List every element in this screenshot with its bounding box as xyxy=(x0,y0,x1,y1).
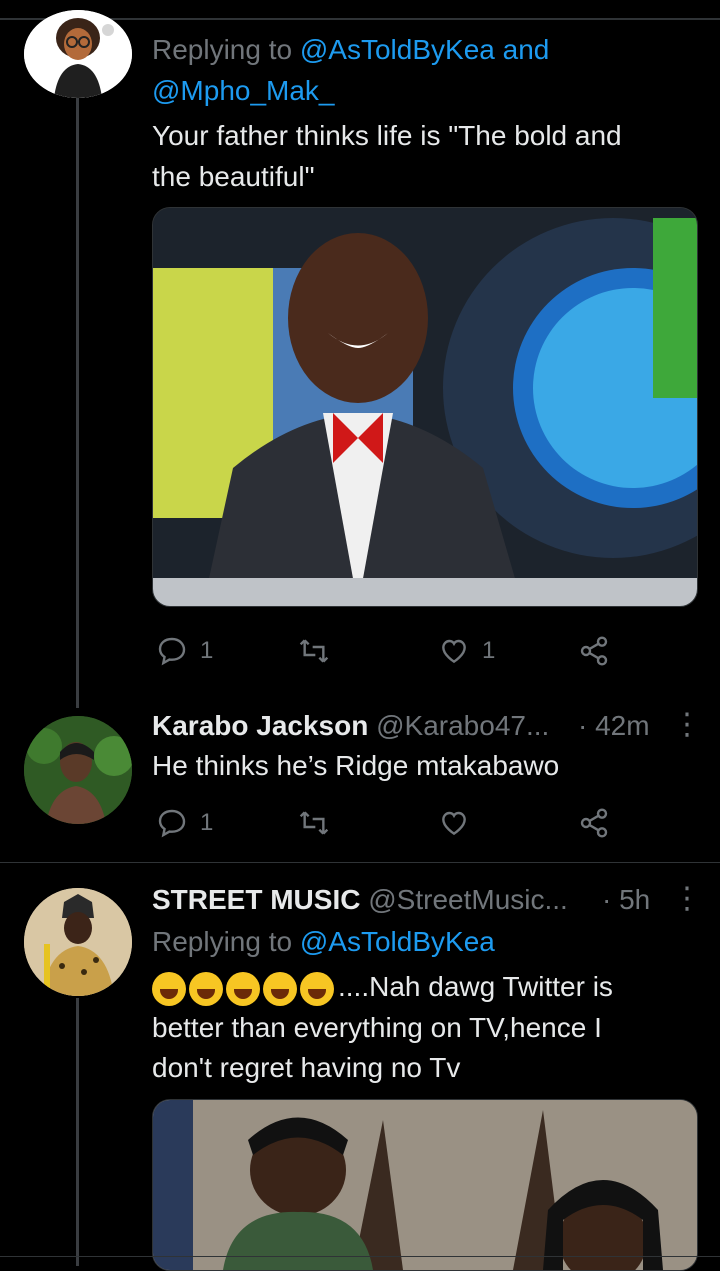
rofl-emoji-icon xyxy=(300,971,334,1006)
retweet-button[interactable] xyxy=(298,803,330,843)
retweet-icon xyxy=(299,639,329,663)
joy-emoji-icon xyxy=(226,971,260,1006)
thread-line xyxy=(76,98,79,708)
bottom-divider xyxy=(0,1256,720,1257)
tweet-header: STREET MUSIC @StreetMusic... xyxy=(152,880,568,920)
retweet-icon xyxy=(299,811,329,835)
tweet-text: better than everything on TV,hence I xyxy=(152,1012,602,1043)
avatar[interactable] xyxy=(24,716,132,824)
tweet-text: the beautiful" xyxy=(152,161,315,192)
share-button[interactable] xyxy=(578,803,610,843)
tweet-text: He thinks he’s Ridge mtakabawo xyxy=(152,750,560,781)
user-handle[interactable]: @StreetMusic... xyxy=(368,884,568,915)
reply-button[interactable]: 1 xyxy=(156,631,213,671)
mention-link[interactable]: @AsToldByKea and xyxy=(300,34,549,65)
reply-count: 1 xyxy=(200,637,214,664)
reply-count: 1 xyxy=(200,809,214,836)
like-button[interactable] xyxy=(438,803,470,843)
timestamp[interactable]: · 5h xyxy=(602,880,650,920)
more-options-icon[interactable]: ⋮ xyxy=(672,710,702,740)
share-icon xyxy=(580,636,608,666)
user-handle[interactable]: @Karabo47... xyxy=(376,710,549,741)
emoji-group xyxy=(152,971,334,1006)
display-name[interactable]: Karabo Jackson xyxy=(152,710,368,741)
share-icon xyxy=(580,808,608,838)
thread-line xyxy=(76,998,79,1266)
tweet-text: Your father thinks life is "The bold and xyxy=(152,120,622,151)
share-button[interactable] xyxy=(578,631,610,671)
avatar[interactable] xyxy=(24,10,132,98)
tweet-text: don't regret having no Tv xyxy=(152,1052,461,1083)
retweet-button[interactable] xyxy=(298,631,330,671)
joy-emoji-icon xyxy=(152,971,186,1006)
tweet-text-line: ....Nah dawg Twitter is xyxy=(338,971,613,1002)
like-button[interactable]: 1 xyxy=(438,631,495,671)
reply-icon xyxy=(158,809,186,838)
avatar[interactable] xyxy=(24,888,132,996)
joy-emoji-icon xyxy=(263,971,297,1006)
heart-icon xyxy=(442,639,466,664)
like-count: 1 xyxy=(482,637,496,664)
reply-button[interactable]: 1 xyxy=(156,803,213,843)
mention-link[interactable]: @AsToldByKea xyxy=(300,926,495,957)
mention-link[interactable]: @Mpho_Mak_ xyxy=(152,71,335,111)
timestamp[interactable]: · 42m xyxy=(578,706,650,746)
display-name[interactable]: STREET MUSIC xyxy=(152,884,360,915)
tweet-divider xyxy=(0,862,720,863)
tweet-header: Karabo Jackson @Karabo47... xyxy=(152,706,549,746)
heart-icon xyxy=(442,811,466,836)
replying-to: Replying to @AsToldByKea xyxy=(152,922,495,962)
tweet-media-image[interactable] xyxy=(152,1099,698,1271)
replying-label: Replying to xyxy=(152,926,293,957)
replying-label: Replying to xyxy=(152,34,293,65)
joy-emoji-icon xyxy=(189,971,223,1006)
more-options-icon[interactable]: ⋮ xyxy=(672,884,702,914)
tweet-media-image[interactable] xyxy=(152,207,698,607)
replying-to: Replying to @AsToldByKea and xyxy=(152,30,549,70)
tweet-text: ....Nah dawg Twitter is xyxy=(152,967,613,1007)
reply-icon xyxy=(158,637,186,666)
